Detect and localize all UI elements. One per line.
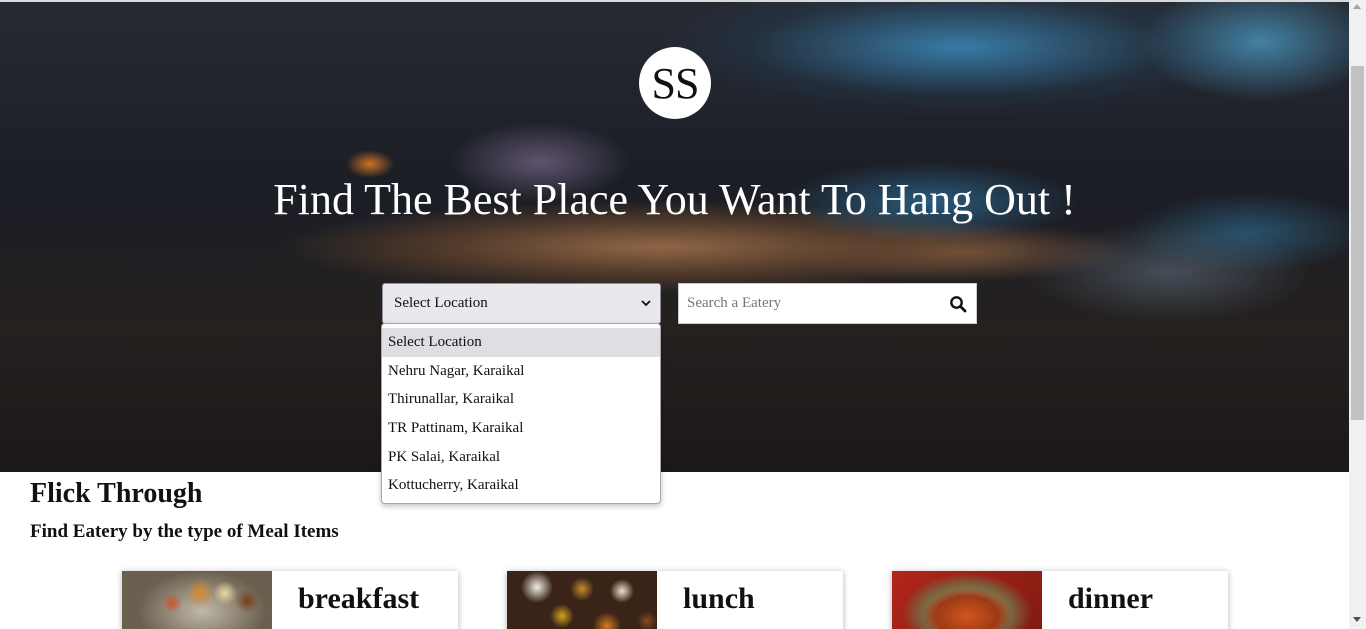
meal-image [122,571,272,629]
site-logo[interactable]: SS [639,47,711,119]
scrollbar-thumb[interactable] [1351,66,1364,420]
location-select[interactable]: Select Location [382,283,661,324]
hero-banner: SS Find The Best Place You Want To Hang … [0,2,1349,472]
location-option[interactable]: Thirunallar, Karaikal [382,385,660,414]
meal-label: lunch [683,582,755,615]
search-icon[interactable] [949,295,967,313]
section-title: Flick Through [30,478,203,509]
meal-card-breakfast[interactable]: breakfast [122,571,458,629]
location-option[interactable]: PK Salai, Karaikal [382,443,660,472]
scroll-up-icon[interactable] [1353,4,1361,9]
location-option[interactable]: Kottucherry, Karaikal [382,471,660,500]
meal-label: dinner [1068,582,1154,615]
meal-image [892,571,1042,629]
location-select-value: Select Location [394,295,488,311]
location-option[interactable]: Select Location [382,328,660,357]
meal-card-lunch[interactable]: lunch [507,571,843,629]
search-box [678,283,977,324]
page-scrollbar[interactable] [1349,0,1366,629]
meal-image [507,571,657,629]
section-subtitle: Find Eatery by the type of Meal Items [30,521,339,542]
location-dropdown-list: Select Location Nehru Nagar, Karaikal Th… [381,323,661,504]
meal-label: breakfast [298,582,420,615]
hero-title: Find The Best Place You Want To Hang Out… [273,175,1076,224]
location-option[interactable]: Nehru Nagar, Karaikal [382,357,660,386]
search-input[interactable] [679,284,949,323]
chevron-down-icon [641,300,651,307]
meal-card-dinner[interactable]: dinner [892,571,1228,629]
scroll-down-icon[interactable] [1353,617,1361,622]
location-option[interactable]: TR Pattinam, Karaikal [382,414,660,443]
